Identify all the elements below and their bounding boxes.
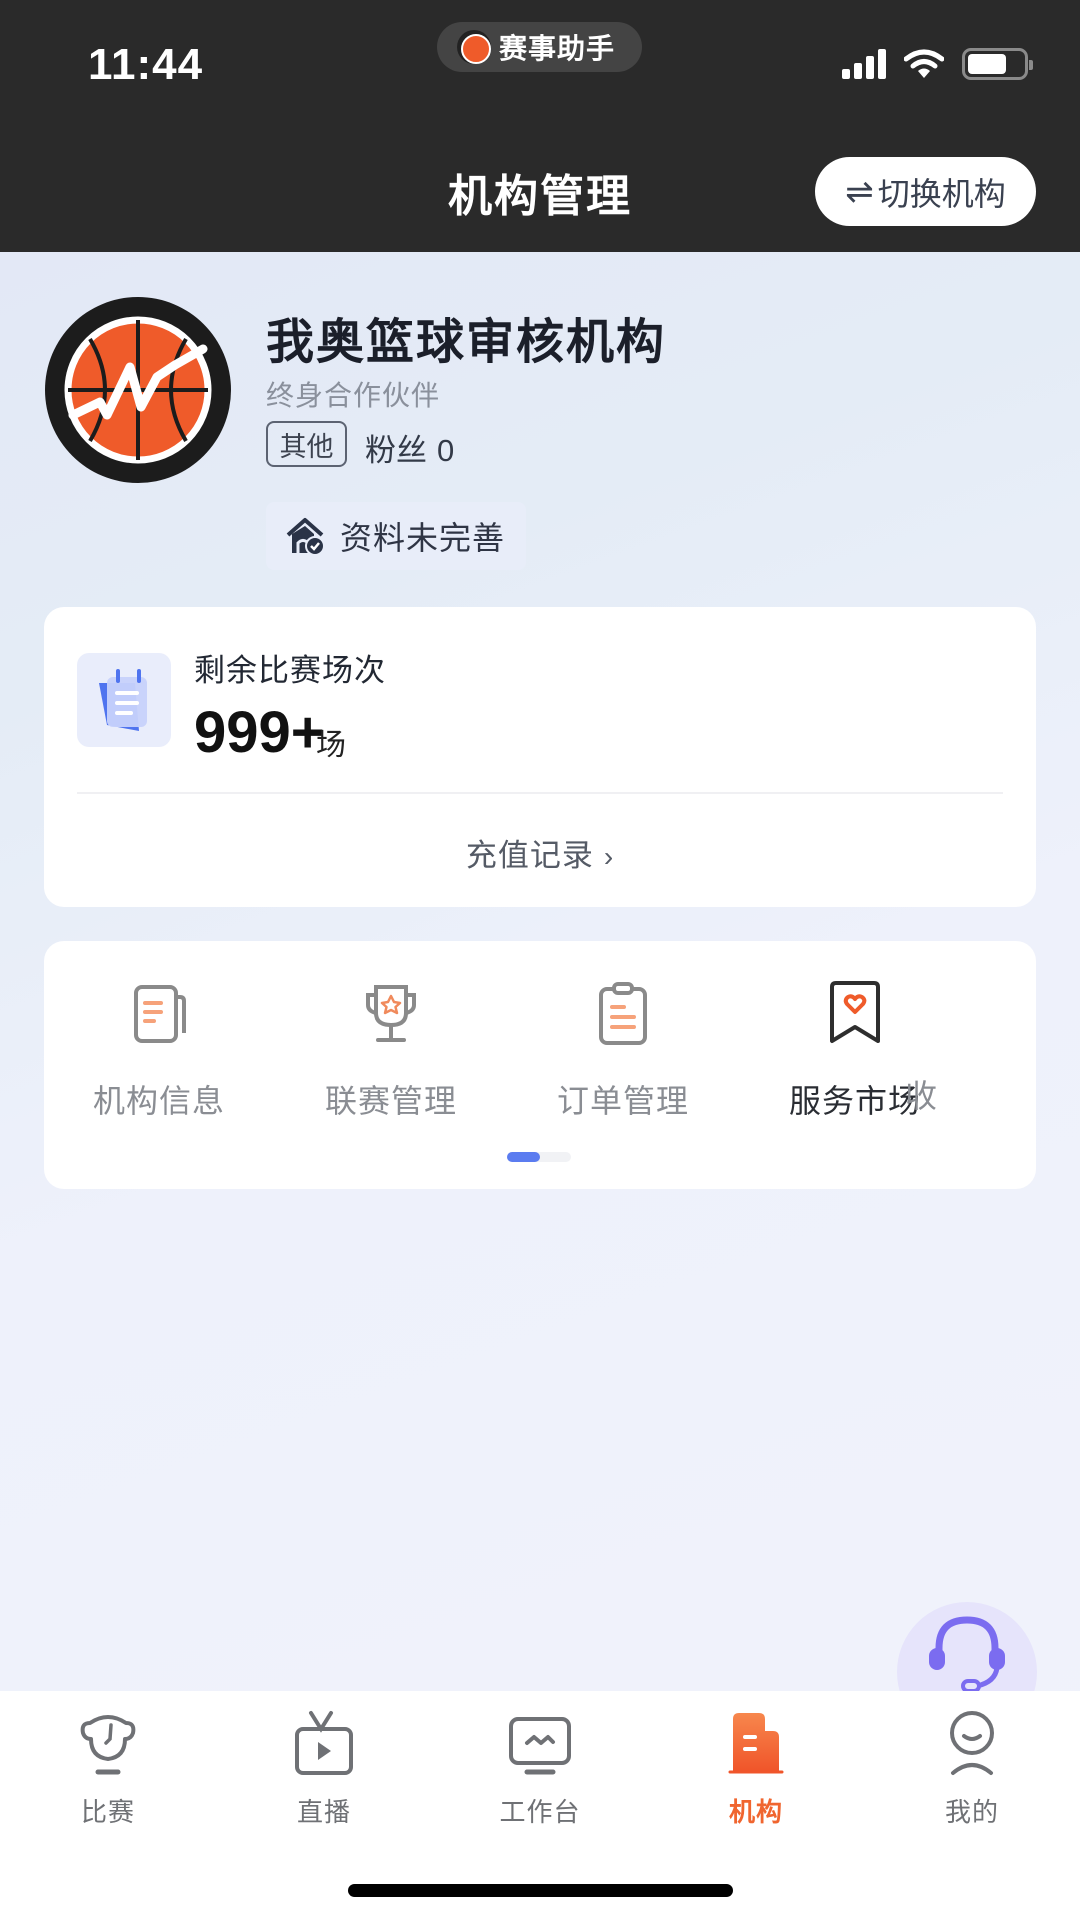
- basketball-logo-icon: [64, 316, 212, 464]
- fans-number: 0: [437, 433, 455, 468]
- menu-item-label: 机构信息: [92, 1083, 225, 1119]
- switch-org-button[interactable]: ⇌ 切换机构: [815, 157, 1036, 226]
- fans-count: 粉丝 0: [365, 425, 454, 470]
- tab-label: 直播: [296, 1797, 351, 1827]
- chevron-right-icon: ›: [603, 841, 615, 872]
- category-tag: 其他: [266, 421, 347, 467]
- status-time: 11:44: [88, 40, 204, 89]
- swap-arrows-icon: ⇌: [845, 172, 874, 211]
- menu-item-label: 联赛管理: [324, 1083, 457, 1119]
- org-partner-level: 终身合作伙伴: [266, 380, 441, 411]
- remaining-matches-label: 剩余比赛场次: [194, 653, 386, 688]
- monitor-icon: [509, 1717, 571, 1775]
- fans-label: 粉丝: [365, 433, 427, 468]
- tab-label: 比赛: [80, 1797, 135, 1827]
- menu-item-org-info[interactable]: 机构信息: [59, 979, 259, 1129]
- remaining-matches-value: 999+: [194, 700, 325, 765]
- org-avatar[interactable]: [45, 297, 231, 483]
- tab-live[interactable]: 直播: [216, 1709, 432, 1829]
- tab-mine[interactable]: 我的: [864, 1709, 1080, 1829]
- bookmark-heart-icon: [830, 981, 880, 1043]
- top-header: 11:44 赛事助手 机构管理 ⇌ 切换机构: [0, 0, 1080, 252]
- menu-page-indicator[interactable]: [507, 1152, 571, 1162]
- profile-incomplete-label: 资料未完善: [340, 520, 506, 556]
- remaining-matches-unit: 场: [316, 729, 346, 762]
- menu-item-order-management[interactable]: 订单管理: [523, 979, 723, 1129]
- profile-incomplete-badge[interactable]: 资料未完善: [266, 502, 526, 570]
- tab-label: 机构: [728, 1797, 783, 1827]
- menu-item-league-management[interactable]: 联赛管理: [291, 979, 491, 1129]
- app-logo-icon: [457, 30, 491, 64]
- building-icon: [728, 1713, 784, 1774]
- recharge-history-link[interactable]: 充值记录 ›: [44, 830, 1036, 875]
- document-icon: [134, 985, 186, 1043]
- headset-icon: [929, 1616, 1005, 1693]
- tab-workbench[interactable]: 工作台: [432, 1709, 648, 1829]
- signal-icon: [842, 49, 886, 79]
- menu-item-label: 收: [905, 1078, 939, 1114]
- user-icon: [950, 1711, 994, 1775]
- home-indicator[interactable]: [348, 1884, 733, 1897]
- calendar-notes-icon: [77, 653, 171, 747]
- function-menu-card: 机构信息 联赛管理 订单管理 服务市场 收: [44, 941, 1036, 1189]
- app-pill-label: 赛事助手: [499, 33, 616, 64]
- tab-label: 工作台: [499, 1797, 581, 1827]
- battery-icon: [962, 48, 1033, 80]
- menu-page-indicator-thumb: [507, 1152, 540, 1162]
- trophy-icon: [366, 985, 416, 1042]
- trophy-icon: [80, 1715, 136, 1775]
- tab-label: 我的: [944, 1797, 999, 1827]
- divider: [77, 792, 1003, 794]
- house-check-icon: [286, 518, 325, 556]
- recharge-history-label: 充值记录: [465, 838, 594, 873]
- menu-item-label: 订单管理: [556, 1083, 689, 1119]
- org-name: 我奥篮球审核机构: [266, 316, 667, 369]
- tv-icon: [295, 1711, 353, 1775]
- remaining-matches-card: 剩余比赛场次 999+ 场 充值记录 ›: [44, 607, 1036, 907]
- switch-org-label: 切换机构: [877, 175, 1006, 212]
- clipboard-icon: [599, 982, 647, 1045]
- app-indicator-pill[interactable]: 赛事助手: [437, 22, 642, 72]
- wifi-icon: [904, 49, 944, 78]
- tab-matches[interactable]: 比赛: [0, 1709, 216, 1829]
- status-icons: [842, 48, 1033, 80]
- menu-item-partial[interactable]: 收: [905, 979, 1036, 1129]
- tab-organization[interactable]: 机构: [648, 1709, 864, 1829]
